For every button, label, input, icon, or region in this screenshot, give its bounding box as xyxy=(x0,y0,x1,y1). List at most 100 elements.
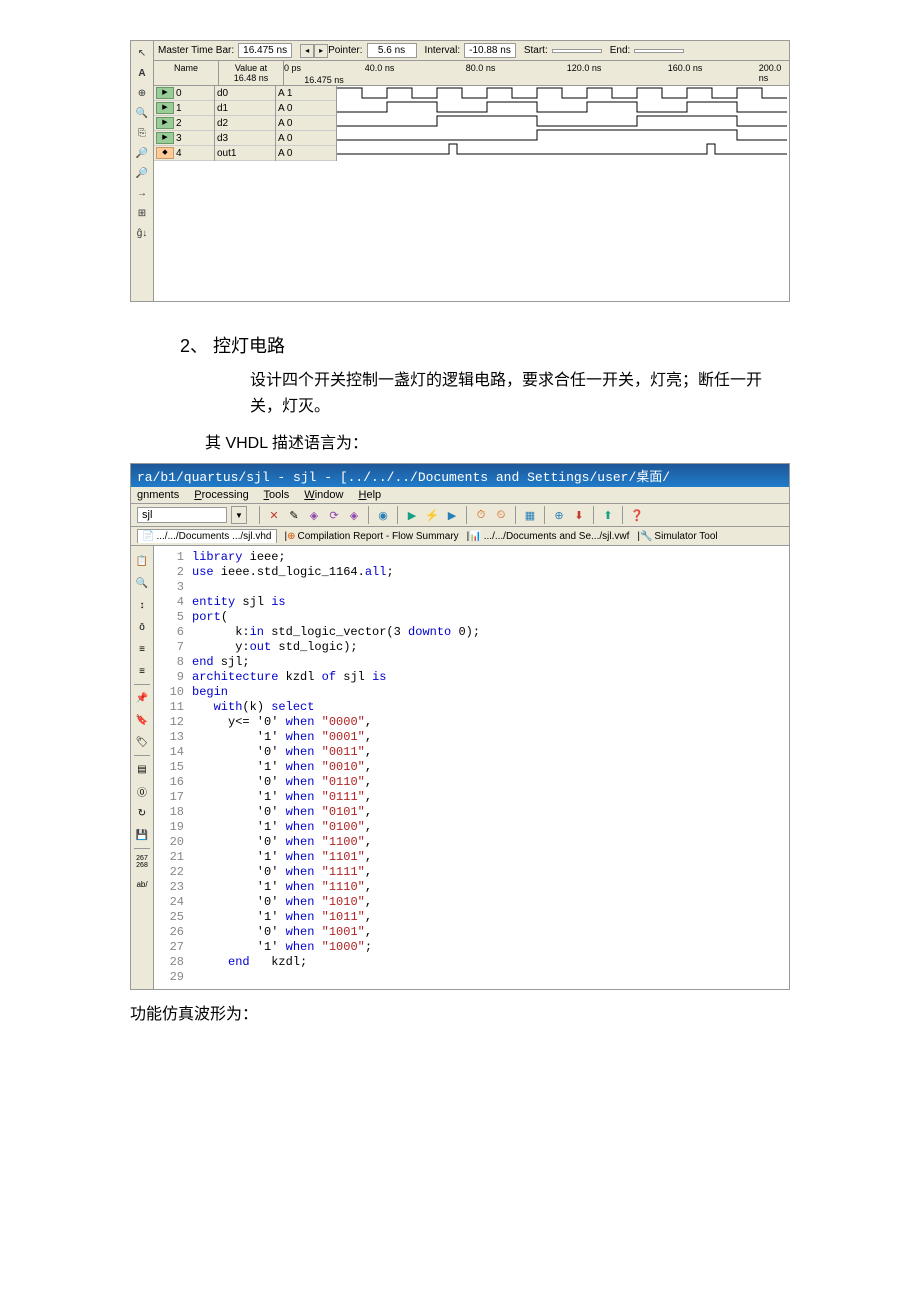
editor-body: 📋 🔍 ↕ ō ≡ ≡ 📌 🔖 🏷 ▤ ⓪ ↻ 💾 267268 ab/ 1li… xyxy=(131,546,789,989)
outdent-icon[interactable]: ≡ xyxy=(133,662,151,680)
xor-icon[interactable]: ⊕ xyxy=(133,84,151,102)
signal-value: A 0 xyxy=(276,101,336,116)
program-icon[interactable]: ⬆ xyxy=(599,506,617,524)
editor-tabs: 📄.../.../Documents .../sjl.vhd | ⊕Compil… xyxy=(131,527,789,546)
wave-left-toolbar: ↖ A ⊕ 🔍 ⎘ 🔎 🔎 → ⊞ ĝ↓ xyxy=(131,41,154,301)
master-time-value: 16.475 ns xyxy=(238,43,292,58)
text-icon[interactable]: A xyxy=(133,64,151,82)
signal-names-col: ▶0 ▶1 ▶2 ▶3 ◆4 xyxy=(154,86,215,161)
pointer-value: 5.6 ns xyxy=(367,43,417,58)
pin-icon: ◆ xyxy=(156,147,174,159)
signal-value: A 0 xyxy=(276,116,336,131)
signal-d2[interactable]: ▶2 xyxy=(154,116,214,131)
section-description: 设计四个开关控制一盏灯的逻辑电路，要求合任一开关，灯亮；断任一开关，灯灭。 xyxy=(250,368,790,419)
signal-out1[interactable]: ◆4 xyxy=(154,146,214,161)
dropdown-button[interactable]: ▼ xyxy=(231,506,247,524)
updown-icon[interactable]: ↕ xyxy=(133,596,151,614)
time-ruler: Name Value at16.48 ns 0 ps 40.0 ns 80.0 … xyxy=(154,61,789,86)
indent-icon[interactable]: ≡ xyxy=(133,640,151,658)
start-label: Start: xyxy=(524,45,548,56)
signal-labels-col: d0 d1 d2 d3 out1 xyxy=(215,86,276,161)
uncomment-icon[interactable]: ⓪ xyxy=(133,782,151,800)
signal-value: A 0 xyxy=(276,131,336,146)
tick-200: 200.0 ns xyxy=(759,63,789,83)
find-icon[interactable]: 🔍 xyxy=(133,574,151,592)
ruler-area[interactable]: 0 ps 40.0 ns 80.0 ns 120.0 ns 160.0 ns 2… xyxy=(284,61,789,85)
signal-d3[interactable]: ▶3 xyxy=(154,131,214,146)
tab-report[interactable]: ⊕Compilation Report - Flow Summary xyxy=(287,531,459,542)
signal-name: out1 xyxy=(215,146,275,161)
pin-icon: ▶ xyxy=(156,132,174,144)
signal-values-col: A 1 A 0 A 0 A 0 A 0 xyxy=(276,86,337,161)
prev-button[interactable]: ◂ xyxy=(300,44,314,58)
name-header: Name xyxy=(154,61,219,85)
zoom-icon[interactable]: 🔍 xyxy=(133,104,151,122)
signal-d1[interactable]: ▶1 xyxy=(154,101,214,116)
wave-canvas[interactable] xyxy=(337,86,789,156)
bookmark-icon[interactable]: 📌 xyxy=(133,689,151,707)
menu-processing[interactable]: Processing xyxy=(194,489,248,501)
tick-0: 0 ps xyxy=(284,63,301,73)
signal-name: d3 xyxy=(215,131,275,146)
editor-left-toolbar: 📋 🔍 ↕ ō ≡ ≡ 📌 🔖 🏷 ▤ ⓪ ↻ 💾 267268 ab/ xyxy=(131,546,154,989)
wand-icon[interactable]: ✎ xyxy=(285,506,303,524)
play-icon[interactable]: ▶ xyxy=(403,506,421,524)
pointer-label: Pointer: xyxy=(328,45,362,56)
project-dropdown[interactable]: sjl xyxy=(137,507,227,523)
tick-120: 120.0 ns xyxy=(567,63,602,73)
code-editor[interactable]: 1library ieee;2use ieee.std_logic_1164.a… xyxy=(154,546,789,989)
signal-name: d1 xyxy=(215,101,275,116)
copy-icon[interactable]: ⎘ xyxy=(133,124,151,142)
master-time-label: Master Time Bar: xyxy=(158,45,234,56)
tick-80: 80.0 ns xyxy=(466,63,496,73)
next-button[interactable]: ▸ xyxy=(314,44,328,58)
menu-assignments[interactable]: gnments xyxy=(137,489,179,501)
signal-d0[interactable]: ▶0 xyxy=(154,86,214,101)
arrow-icon[interactable]: → xyxy=(133,184,151,202)
find-next-icon[interactable]: 🔎 xyxy=(133,164,151,182)
timing-icon[interactable]: ⏱ xyxy=(472,506,490,524)
timing2-icon[interactable]: ⏲ xyxy=(492,506,510,524)
compile-icon[interactable]: ◈ xyxy=(305,506,323,524)
overline-icon[interactable]: ō xyxy=(133,618,151,636)
pin-icon[interactable]: ⊕ xyxy=(550,506,568,524)
line-icon[interactable]: 267268 xyxy=(133,853,151,871)
ruler-marker: 16.475 ns xyxy=(304,75,344,85)
menu-window[interactable]: Window xyxy=(304,489,343,501)
pointer-icon[interactable]: ↖ xyxy=(133,44,151,62)
interval-value: -10.88 ns xyxy=(464,43,516,58)
section-title: 2、 控灯电路 xyxy=(180,332,790,358)
pin-icon: ▶ xyxy=(156,117,174,129)
help-icon[interactable]: ❓ xyxy=(628,506,646,524)
sim2-icon[interactable]: ▶ xyxy=(443,506,461,524)
check-icon[interactable]: ◈ xyxy=(345,506,363,524)
recompile-icon[interactable]: ⟳ xyxy=(325,506,343,524)
chip-icon[interactable]: ▦ xyxy=(521,506,539,524)
settings-icon[interactable]: ✕ xyxy=(265,506,283,524)
download-icon[interactable]: ⬇ xyxy=(570,506,588,524)
sim-icon[interactable]: ⚡ xyxy=(423,506,441,524)
tab-vhd[interactable]: 📄.../.../Documents .../sjl.vhd xyxy=(137,529,277,543)
signal-name: d0 xyxy=(215,86,275,101)
signal-rows: ▶0 ▶1 ▶2 ▶3 ◆4 d0 d1 d2 d3 out1 A 1 A 0 … xyxy=(154,86,789,161)
ab-icon[interactable]: ab/ xyxy=(133,875,151,893)
sort-icon[interactable]: ĝ↓ xyxy=(133,224,151,242)
menu-tools[interactable]: Tools xyxy=(264,489,290,501)
comment-icon[interactable]: ▤ xyxy=(133,760,151,778)
menu-bar: gnments Processing Tools Window Help xyxy=(131,487,789,504)
bookmark3-icon[interactable]: 🏷 xyxy=(133,733,151,751)
menu-help[interactable]: Help xyxy=(359,489,382,501)
insert-icon[interactable]: 📋 xyxy=(133,552,151,570)
grid-icon[interactable]: ⊞ xyxy=(133,204,151,222)
start-value xyxy=(552,49,602,53)
save-icon[interactable]: 💾 xyxy=(133,826,151,844)
signal-name: d2 xyxy=(215,116,275,131)
stop-icon[interactable]: ◉ xyxy=(374,506,392,524)
signal-value: A 1 xyxy=(276,86,336,101)
bookmark2-icon[interactable]: 🔖 xyxy=(133,711,151,729)
tab-vwf[interactable]: 📊.../.../Documents and Se.../sjl.vwf xyxy=(469,531,629,542)
quartus-window: ra/b1/quartus/sjl - sjl - [../../../Docu… xyxy=(130,463,790,990)
tab-sim[interactable]: 🔧Simulator Tool xyxy=(640,531,718,542)
find-icon[interactable]: 🔎 xyxy=(133,144,151,162)
arrow-icon[interactable]: ↻ xyxy=(133,804,151,822)
